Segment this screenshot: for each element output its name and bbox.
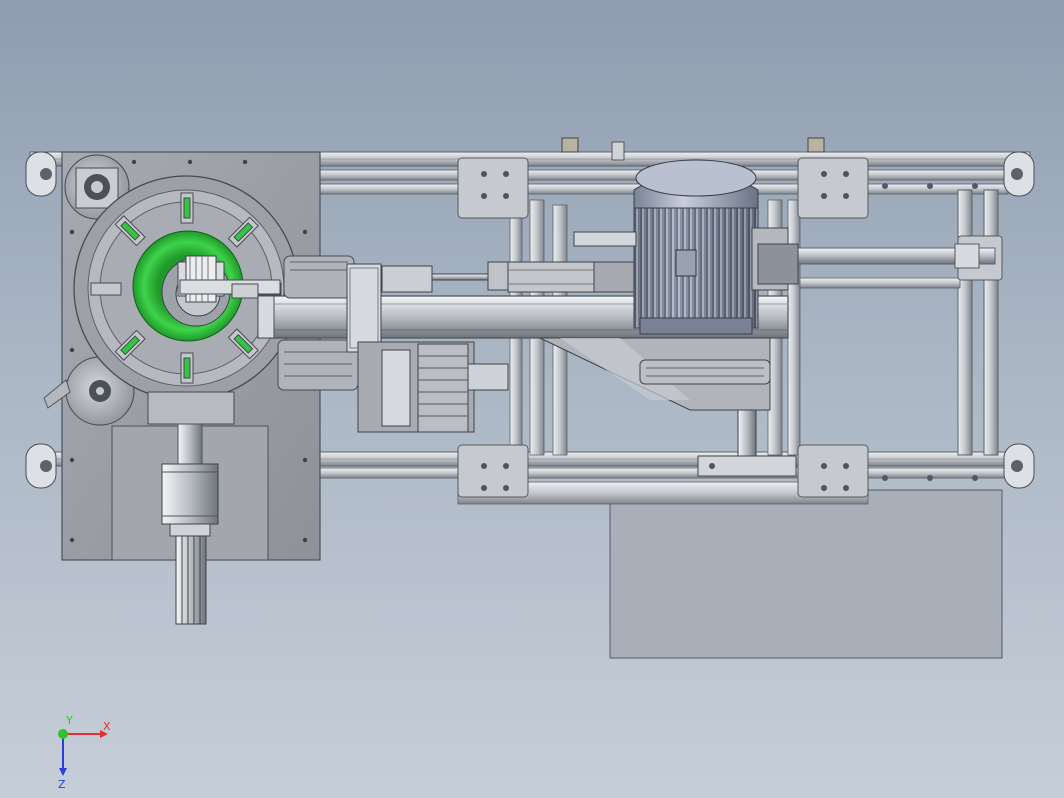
caster-wheel-bl[interactable]: [25, 443, 57, 489]
cad-graphics-viewport[interactable]: X Y Z: [0, 0, 1064, 798]
motor-terminal-box[interactable]: [675, 249, 697, 277]
y-axis-label: Y: [65, 714, 73, 727]
spline-shaft[interactable]: [175, 535, 207, 625]
coordinate-triad: X Y Z: [58, 714, 111, 790]
pneumatic-cylinder-left[interactable]: [381, 261, 511, 293]
y-axis-dot: [58, 729, 68, 739]
z-axis-label: Z: [58, 778, 66, 790]
caster-wheel-br[interactable]: [1003, 443, 1035, 489]
x-axis-label: X: [103, 720, 111, 733]
caster-wheel-tr[interactable]: [1003, 151, 1035, 197]
cad-model-top-view[interactable]: [0, 0, 1064, 798]
motor-support-bracket[interactable]: [539, 337, 771, 411]
linear-guide-block[interactable]: [357, 341, 509, 433]
caster-wheel-tl[interactable]: [25, 151, 57, 197]
shaft-coupling[interactable]: [161, 463, 219, 525]
motor-support-post[interactable]: [737, 409, 757, 461]
slide-bracket[interactable]: [346, 263, 382, 353]
pneumatic-cylinder-right[interactable]: [507, 261, 635, 293]
